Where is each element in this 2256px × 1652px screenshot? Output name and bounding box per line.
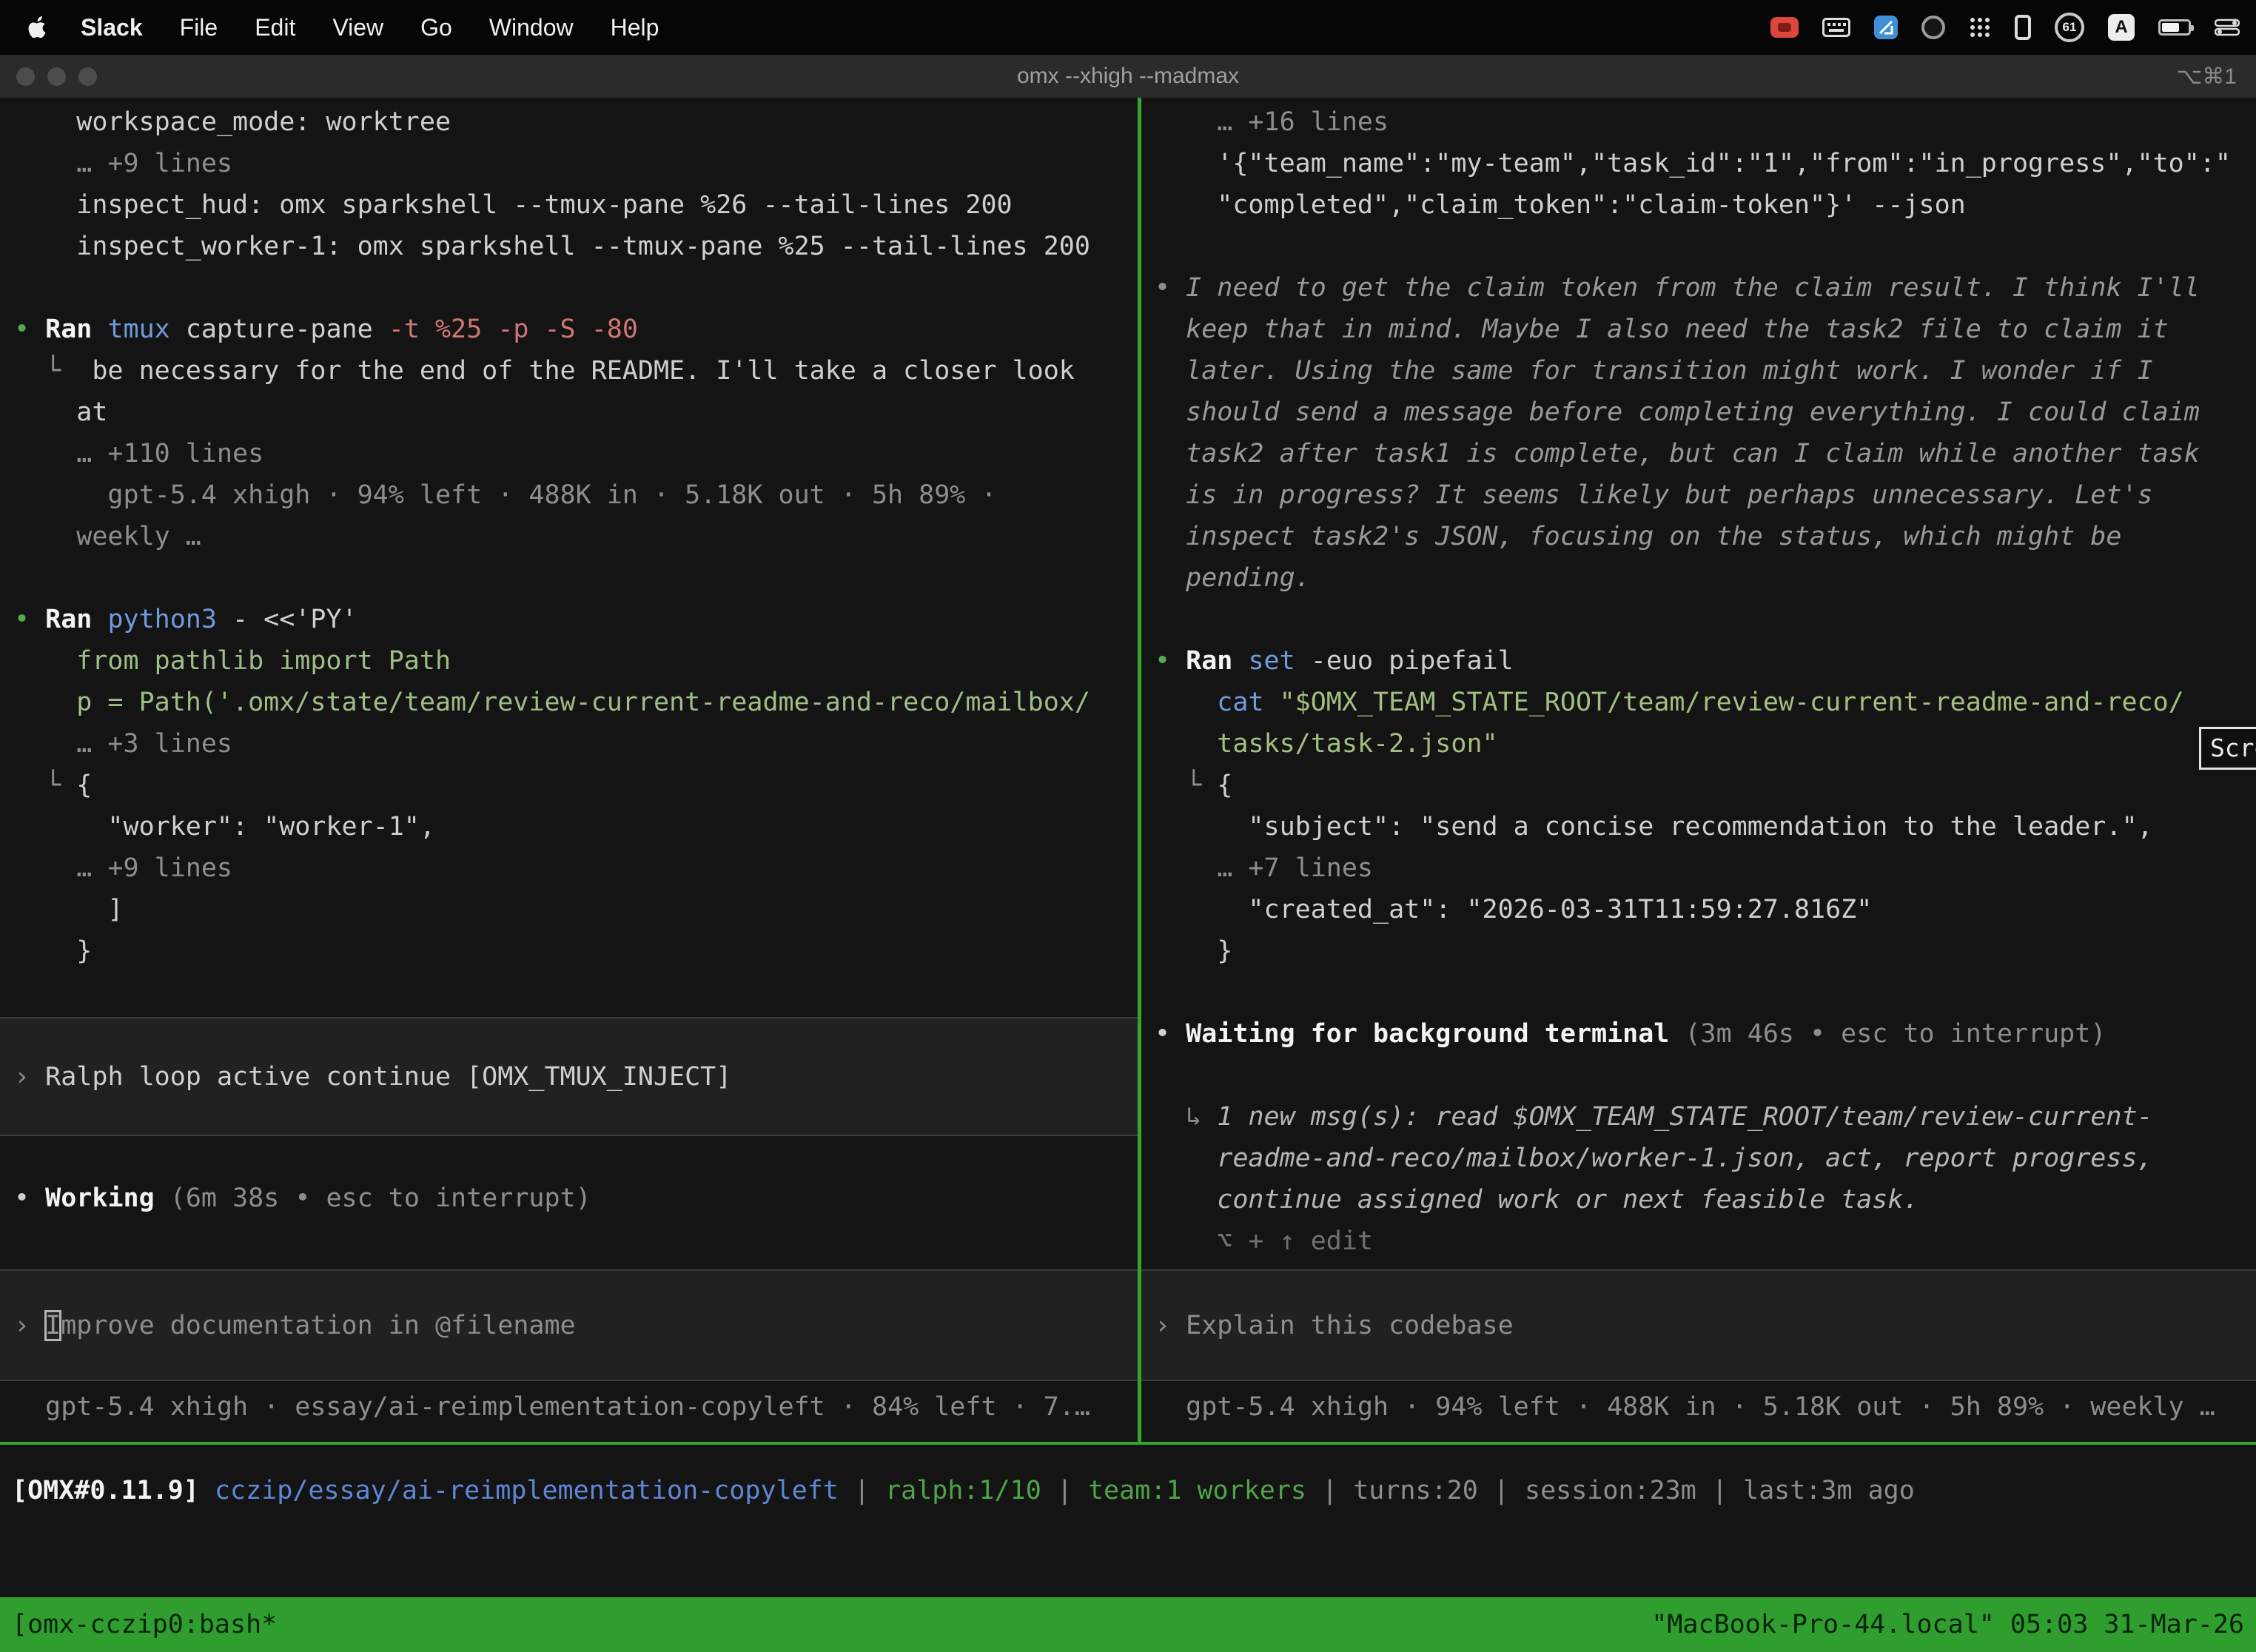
menu-bar-left: Slack File Edit View Go Window Help: [13, 14, 677, 41]
terminal-line: [1155, 972, 2256, 1013]
terminal-line: later. Using the same for transition mig…: [1155, 350, 2256, 392]
terminal-line: ⌥ + ↑ edit: [1155, 1220, 2256, 1262]
terminal-line: … +16 lines: [1155, 101, 2256, 143]
terminal-line: continue assigned work or next feasible …: [1155, 1179, 2256, 1220]
omx-session-status: [OMX#0.11.9] cczip/essay/ai-reimplementa…: [0, 1470, 2256, 1511]
terminal-line: ↳ 1 new msg(s): read $OMX_TEAM_STATE_ROO…: [1155, 1096, 2256, 1138]
left-pane-footer: gpt-5.4 xhigh · essay/ai-reimplementatio…: [0, 1386, 1138, 1428]
terminal-line: • Ran set -euo pipefail: [1155, 640, 2256, 682]
terminal-line: [1155, 599, 2256, 640]
tmux-status-bar: [omx-cczip0:bash* "MacBook-Pro-44.local"…: [0, 1597, 2256, 1652]
control-center-icon[interactable]: [2215, 19, 2240, 36]
terminal-line: • Ran python3 - <<'PY': [14, 599, 1138, 640]
terminal-line: task2 after task1 is complete, but can I…: [1155, 433, 2256, 474]
terminal-line: '{"team_name":"my-team","task_id":"1","f…: [1155, 143, 2256, 184]
window-shortcut-hint: ⌥⌘1: [2177, 64, 2237, 90]
traffic-lights: [16, 67, 97, 86]
terminal-line: tasks/task-2.json": [1155, 723, 2256, 765]
terminal-line: }: [14, 930, 1138, 972]
tmux-host-clock: "MacBook-Pro-44.local" 05:03 31-Mar-26: [1651, 1610, 2244, 1639]
terminal-line: keep that in mind. Maybe I also need the…: [1155, 309, 2256, 350]
macos-menu-bar: Slack File Edit View Go Window Help 61 A: [0, 0, 2256, 55]
zoom-button[interactable]: [78, 67, 97, 86]
keyboard-icon[interactable]: [1822, 18, 1850, 37]
terminal-line: • Ran tmux capture-pane -t %25 -p -S -80: [14, 309, 1138, 350]
terminal-line: weekly …: [14, 516, 1138, 557]
menu-item-edit[interactable]: Edit: [236, 14, 314, 41]
terminal-line: is in progress? It seems likely but perh…: [1155, 474, 2256, 516]
terminal-line: └ {: [1155, 765, 2256, 806]
terminal-line: readme-and-reco/mailbox/worker-1.json, a…: [1155, 1138, 2256, 1179]
terminal-line: inspect_hud: omx sparkshell --tmux-pane …: [14, 184, 1138, 226]
right-pane-output: … +16 lines '{"team_name":"my-team","tas…: [1141, 98, 2256, 1262]
prompt-input-left[interactable]: › Improve documentation in @filename: [0, 1269, 1138, 1381]
terminal-line: … +9 lines: [14, 143, 1138, 184]
prompt-input-right[interactable]: › Explain this codebase: [1141, 1269, 2256, 1381]
terminal-line: gpt-5.4 xhigh · 94% left · 488K in · 5.1…: [14, 474, 1138, 516]
terminal-line: "subject": "send a concise recommendatio…: [1155, 806, 2256, 847]
terminal-line: … +3 lines: [14, 723, 1138, 765]
terminal-line: "created_at": "2026-03-31T11:59:27.816Z": [1155, 889, 2256, 930]
battery-percentage-badge[interactable]: 61: [2055, 13, 2084, 42]
menu-bar-status-icons: 61 A: [1770, 13, 2243, 42]
terminal-line: }: [1155, 930, 2256, 972]
terminal-line: └ be necessary for the end of the README…: [14, 350, 1138, 392]
left-pane-output: workspace_mode: worktree … +9 lines insp…: [0, 98, 1138, 972]
terminal-line: "worker": "worker-1",: [14, 806, 1138, 847]
terminal-line: inspect_worker-1: omx sparkshell --tmux-…: [14, 226, 1138, 267]
tmux-session-name[interactable]: [omx-cczip0:bash*: [12, 1610, 277, 1639]
screen-recording-icon[interactable]: [1770, 17, 1799, 38]
pane-divider-horizontal: [0, 1442, 2256, 1445]
terminal-line: "completed","claim_token":"claim-token"}…: [1155, 184, 2256, 226]
terminal-line: pending.: [1155, 557, 2256, 599]
terminal-line: workspace_mode: worktree: [14, 101, 1138, 143]
close-button[interactable]: [16, 67, 35, 86]
terminal-line: should send a message before completing …: [1155, 392, 2256, 433]
circle-app-icon[interactable]: [1921, 16, 1945, 39]
window-titlebar: omx --xhigh --madmax ⌥⌘1: [0, 55, 2256, 98]
terminal-line: inspect task2's JSON, focusing on the st…: [1155, 516, 2256, 557]
window-title: omx --xhigh --madmax: [0, 64, 2256, 89]
minimize-button[interactable]: [47, 67, 66, 86]
raycast-icon[interactable]: [1874, 16, 1898, 39]
menu-item-view[interactable]: View: [314, 14, 402, 41]
right-pane-footer: gpt-5.4 xhigh · 94% left · 488K in · 5.1…: [1141, 1386, 2256, 1428]
terminal-line: [1155, 1055, 2256, 1096]
screen-capture-overlay: Scre: [2199, 727, 2256, 770]
terminal-area: workspace_mode: worktree … +9 lines insp…: [0, 98, 2256, 1652]
input-source-icon[interactable]: A: [2108, 14, 2135, 41]
terminal-line: from pathlib import Path: [14, 640, 1138, 682]
tmux-inject-banner: › Ralph loop active continue [OMX_TMUX_I…: [0, 1017, 1138, 1136]
terminal-line: … +9 lines: [14, 847, 1138, 889]
menu-item-go[interactable]: Go: [402, 14, 471, 41]
apple-menu-icon[interactable]: [13, 16, 62, 38]
menu-item-help[interactable]: Help: [592, 14, 678, 41]
terminal-line: p = Path('.omx/state/team/review-current…: [14, 682, 1138, 723]
battery-icon[interactable]: [2158, 19, 2191, 36]
terminal-line: • I need to get the claim token from the…: [1155, 267, 2256, 309]
terminal-line: … +110 lines: [14, 433, 1138, 474]
terminal-line: [1155, 226, 2256, 267]
terminal-line: … +7 lines: [1155, 847, 2256, 889]
menu-app-name[interactable]: Slack: [62, 14, 161, 41]
iphone-mirroring-icon[interactable]: [2015, 15, 2031, 40]
terminal-line: └ {: [14, 765, 1138, 806]
terminal-line: [14, 267, 1138, 309]
left-terminal-pane[interactable]: workspace_mode: worktree … +9 lines insp…: [0, 98, 1138, 1442]
terminal-line: at: [14, 392, 1138, 433]
working-status: • Working (6m 38s • esc to interrupt): [0, 1178, 1138, 1219]
app-grid-icon[interactable]: [1969, 16, 1991, 38]
terminal-line: • Waiting for background terminal (3m 46…: [1155, 1013, 2256, 1055]
terminal-line: [14, 557, 1138, 599]
menu-item-window[interactable]: Window: [471, 14, 592, 41]
terminal-line: cat "$OMX_TEAM_STATE_ROOT/team/review-cu…: [1155, 682, 2256, 723]
screenshot-root: Slack File Edit View Go Window Help 61 A: [0, 0, 2256, 1652]
right-terminal-pane[interactable]: … +16 lines '{"team_name":"my-team","tas…: [1141, 98, 2256, 1442]
terminal-line: ]: [14, 889, 1138, 930]
menu-item-file[interactable]: File: [161, 14, 237, 41]
